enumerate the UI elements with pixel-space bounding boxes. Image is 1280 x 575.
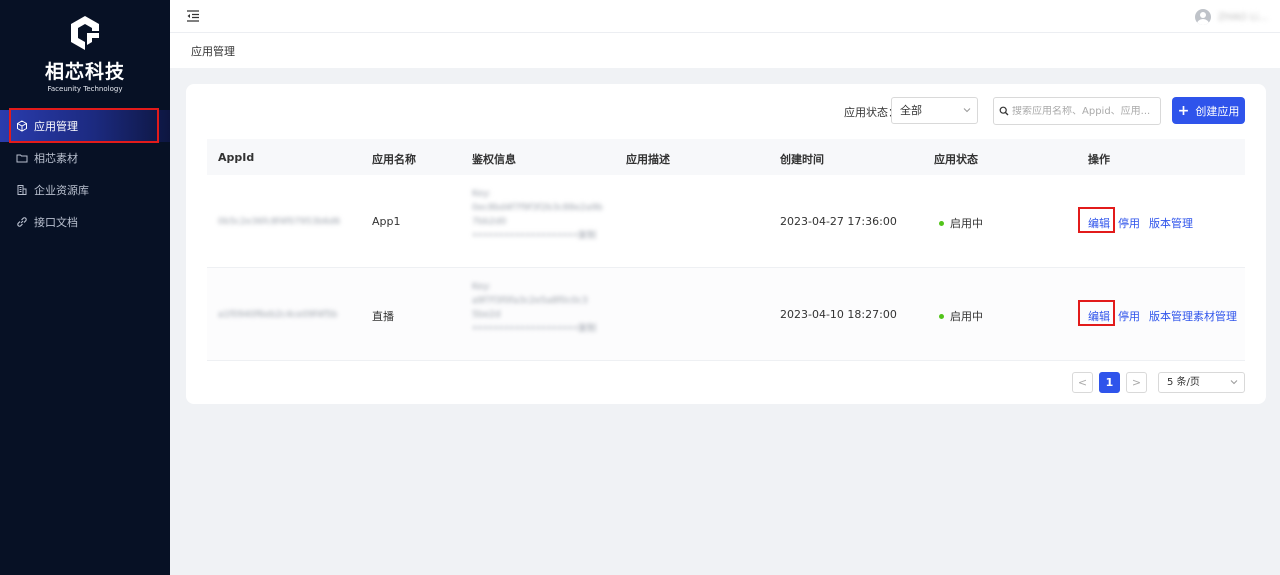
version-management-button[interactable]: 版本管理 [1149,308,1193,324]
brand-subtitle: Faceunity Technology [47,85,123,93]
auth-secret-masked[interactable]: ••••••••••••••••••••复制 [472,322,612,336]
column-header-auth: 鉴权信息 [472,153,516,166]
table-row: a1f0940f6eb2c4ce09f4f5b 直播 Key: a9f7f3f0… [207,268,1245,361]
material-management-button[interactable]: 素材管理 [1193,308,1237,324]
created-time-cell: 2023-04-27 17:36:00 [780,215,897,228]
auth-key-label: Key: [472,189,491,199]
chevron-right-icon: > [1131,376,1142,389]
auth-key-value: a9f7f3f0fa3c2e5a8f0c0c3 [472,296,588,306]
status-cell: 启用中 [939,308,983,324]
sidebar-item-label: 企业资源库 [34,184,89,197]
status-filter-value: 全部 [900,104,922,117]
folder-icon [16,152,28,164]
plus-icon: + [1177,102,1190,119]
status-text: 启用中 [950,310,983,323]
app-list-card: 应用状态： 全部 + 创建应用 AppId 应用名称 鉴权信息 应用描述 创建时… [186,84,1266,404]
auth-info-cell: Key: 0ec8bd4f7f9f3f2b3c88e2a9b 7bb2d0 ••… [472,187,612,243]
sidebar-item-enterprise-library[interactable]: 企业资源库 [0,174,170,206]
page-size-select[interactable]: 5 条/页 [1158,372,1245,393]
auth-key-value-cont: 5be2d [472,310,501,320]
chevron-left-icon: < [1077,376,1088,389]
breadcrumb-bar: 应用管理 [170,33,1280,68]
column-header-created: 创建时间 [780,153,824,166]
disable-button[interactable]: 停用 [1118,215,1140,231]
prev-page-button[interactable]: < [1072,372,1093,393]
created-time-cell: 2023-04-10 18:27:00 [780,308,897,321]
search-input[interactable] [1012,105,1157,117]
create-app-button[interactable]: + 创建应用 [1172,97,1245,124]
chevron-down-icon [963,108,971,113]
logo-mark-icon [71,16,99,50]
page-1-button[interactable]: 1 [1099,372,1120,393]
search-box[interactable] [993,97,1161,125]
sidebar-item-api-docs[interactable]: 接口文档 [0,206,170,238]
version-management-button[interactable]: 版本管理 [1149,215,1193,231]
building-icon [16,184,28,196]
brand-logo[interactable]: 相芯科技 Faceunity Technology [0,14,170,93]
table-header: AppId 应用名称 鉴权信息 应用描述 创建时间 应用状态 操作 [207,139,1245,175]
sidebar-item-materials[interactable]: 相芯素材 [0,142,170,174]
table-row: 0b5c2e36fc8f4f07953b6d6 App1 Key: 0ec8bd… [207,175,1245,268]
status-filter-select[interactable]: 全部 [891,97,978,124]
page-size-value: 5 条/页 [1167,377,1200,388]
cube-icon [16,120,28,132]
chevron-down-icon [1230,380,1238,385]
brand-name: 相芯科技 [44,61,125,83]
app-name-cell: 直播 [372,310,394,323]
link-icon [16,216,28,228]
topbar: ZHAO Li... [170,0,1280,33]
column-header-appid: AppId [218,151,255,164]
user-menu[interactable]: ZHAO Li... [1195,9,1268,25]
avatar [1195,9,1212,25]
status-cell: 启用中 [939,215,983,231]
auth-key-value: 0ec8bd4f7f9f3f2b3c88e2a9b [472,203,603,213]
status-dot-icon [939,220,944,226]
breadcrumb: 应用管理 [191,45,235,58]
auth-key-label: Key: [472,282,491,292]
column-header-status: 应用状态 [934,153,978,166]
app-name-cell: App1 [372,215,401,228]
appid-cell: a1f0940f6eb2c4ce09f4f5b [218,310,338,320]
appid-cell: 0b5c2e36fc8f4f07953b6d6 [218,217,341,227]
status-dot-icon [939,313,944,319]
sidebar-menu: 应用管理 相芯素材 企业资源库 接口文档 [0,110,170,238]
auth-key-value-cont: 7bb2d0 [472,217,507,227]
sidebar-item-label: 接口文档 [34,216,78,229]
username: ZHAO Li... [1218,11,1268,23]
search-icon [999,106,1009,116]
column-header-description: 应用描述 [626,153,670,166]
auth-info-cell: Key: a9f7f3f0fa3c2e5a8f0c0c3 5be2d •••••… [472,280,612,336]
status-text: 启用中 [950,217,983,230]
edit-button[interactable]: 编辑 [1088,215,1110,231]
sidebar-item-label: 相芯素材 [34,152,78,165]
disable-button[interactable]: 停用 [1118,308,1140,324]
sidebar-item-label: 应用管理 [34,120,78,133]
create-app-label: 创建应用 [1195,104,1240,118]
sidebar-item-app-management[interactable]: 应用管理 [0,110,170,142]
column-header-name: 应用名称 [372,153,416,166]
menu-collapse-icon[interactable] [186,9,200,23]
edit-button[interactable]: 编辑 [1088,308,1110,324]
sidebar: 相芯科技 Faceunity Technology 应用管理 相芯素材 企业资源… [0,0,170,575]
next-page-button[interactable]: > [1126,372,1147,393]
auth-secret-masked[interactable]: ••••••••••••••••••••复制 [472,229,612,243]
column-header-actions: 操作 [1088,153,1110,166]
